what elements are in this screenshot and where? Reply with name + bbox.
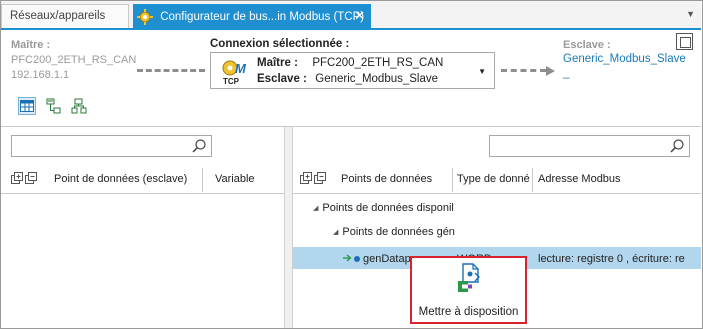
table-view-icon[interactable] bbox=[18, 97, 36, 115]
slave-info: Esclave : Generic_Modbus_Slave _ bbox=[563, 38, 686, 80]
view-toolbar bbox=[18, 97, 87, 115]
left-header-icons bbox=[11, 172, 37, 184]
expanded-arrow-icon[interactable]: ◢ bbox=[333, 228, 338, 236]
select-master-row: Maître : PFC200_2ETH_RS_CAN bbox=[257, 57, 443, 69]
provide-button-label: Mettre à disposition bbox=[418, 306, 519, 318]
col-header-data-type[interactable]: Type de donné bbox=[457, 164, 531, 194]
slave-link[interactable]: Generic_Modbus_Slave bbox=[563, 52, 686, 66]
right-header-icons bbox=[300, 172, 326, 184]
connection-header: Maître : PFC200_2ETH_RS_CAN 192.168.1.1 … bbox=[1, 31, 701, 121]
tcp-badge: TCP bbox=[223, 77, 240, 86]
slave-connection-line bbox=[501, 69, 546, 72]
master-connection-line bbox=[137, 69, 205, 72]
selected-connection-heading: Connexion sélectionnée : bbox=[210, 38, 350, 50]
col-header-slave-datapoints[interactable]: Point de données (esclave) bbox=[54, 164, 200, 194]
tree-node-label: Points de données disponil bbox=[322, 202, 454, 215]
connection-select[interactable]: M TCP Maître : PFC200_2ETH_RS_CAN Esclav… bbox=[210, 52, 495, 89]
tab-label: Réseaux/appareils bbox=[10, 10, 106, 22]
chevron-down-icon[interactable]: ▼ bbox=[686, 9, 695, 19]
modbus-tcp-icon: M TCP bbox=[221, 58, 249, 86]
expand-all-icon[interactable] bbox=[300, 172, 312, 184]
select-master-value: PFC200_2ETH_RS_CAN bbox=[312, 57, 444, 69]
collapse-all-icon[interactable] bbox=[25, 172, 37, 184]
chevron-down-icon: ▼ bbox=[478, 67, 486, 76]
datapoint-address: lecture: registre 0 , écriture: re bbox=[538, 253, 685, 265]
select-slave-value: Generic_Modbus_Slave bbox=[315, 73, 439, 85]
tree-node-available[interactable]: ◢ Points de données disponil bbox=[313, 197, 701, 219]
col-header-variable[interactable]: Variable bbox=[215, 164, 283, 194]
provide-datapoint-icon bbox=[457, 263, 483, 293]
slave-datapoints-panel: Point de données (esclave) Variable bbox=[1, 127, 284, 328]
provide-button[interactable]: Mettre à disposition bbox=[410, 256, 527, 324]
maximize-button[interactable] bbox=[676, 33, 693, 50]
column-separator[interactable] bbox=[202, 168, 203, 192]
col-header-datapoints[interactable]: Points de données bbox=[341, 164, 451, 194]
panel-splitter[interactable] bbox=[284, 127, 293, 328]
slave-heading: Esclave : bbox=[563, 39, 611, 51]
gear-icon bbox=[137, 9, 153, 25]
arrow-right-icon bbox=[546, 66, 555, 76]
collapse-all-icon[interactable] bbox=[314, 172, 326, 184]
select-master-label: Maître : bbox=[257, 57, 298, 69]
master-heading: Maître : bbox=[11, 39, 51, 51]
expanded-arrow-icon[interactable]: ◢ bbox=[313, 204, 318, 212]
svg-text:M: M bbox=[235, 61, 247, 76]
selected-connection-heading-wrap: Connexion sélectionnée : bbox=[210, 38, 349, 50]
master-info: Maître : PFC200_2ETH_RS_CAN 192.168.1.1 bbox=[11, 38, 136, 83]
left-grid-header: Point de données (esclave) Variable bbox=[1, 164, 284, 194]
right-grid-header: Points de données Type de donné Adresse … bbox=[293, 164, 701, 194]
search-icon[interactable] bbox=[669, 138, 685, 154]
slave-link-continuation[interactable]: _ bbox=[563, 66, 686, 80]
datapoint-name: genDatapc bbox=[363, 253, 417, 265]
select-slave-row: Esclave : Generic_Modbus_Slave bbox=[257, 73, 438, 85]
left-search-input[interactable] bbox=[12, 136, 211, 156]
search-icon[interactable] bbox=[191, 138, 207, 154]
network-topology-icon[interactable] bbox=[71, 98, 87, 114]
tab-strip: Réseaux/appareils Configurateur de bus..… bbox=[1, 1, 701, 30]
mapped-arrow-icon bbox=[343, 252, 353, 267]
master-ip: 192.168.1.1 bbox=[11, 69, 70, 81]
expand-all-icon[interactable] bbox=[11, 172, 23, 184]
left-search-box[interactable] bbox=[11, 135, 212, 157]
select-slave-label: Esclave : bbox=[257, 73, 307, 85]
tab-label: Configurateur de bus...in Modbus (TCP) bbox=[160, 11, 365, 23]
col-header-modbus-address[interactable]: Adresse Modbus bbox=[538, 164, 698, 194]
column-separator[interactable] bbox=[452, 168, 453, 192]
datapoint-dot-icon bbox=[354, 256, 360, 262]
right-search-input[interactable] bbox=[490, 136, 689, 156]
column-separator[interactable] bbox=[532, 168, 533, 192]
tab-bus-configurator[interactable]: Configurateur de bus...in Modbus (TCP) ✕ bbox=[133, 4, 371, 30]
network-tree-icon[interactable] bbox=[45, 98, 61, 114]
tree-node-label: Points de données gén bbox=[342, 226, 455, 239]
close-icon[interactable]: ✕ bbox=[354, 8, 365, 24]
right-search-box[interactable] bbox=[489, 135, 690, 157]
tree-node-generic[interactable]: ◢ Points de données gén bbox=[333, 221, 701, 243]
tab-networks-devices[interactable]: Réseaux/appareils bbox=[1, 4, 129, 28]
master-name: PFC200_2ETH_RS_CAN bbox=[11, 54, 137, 66]
